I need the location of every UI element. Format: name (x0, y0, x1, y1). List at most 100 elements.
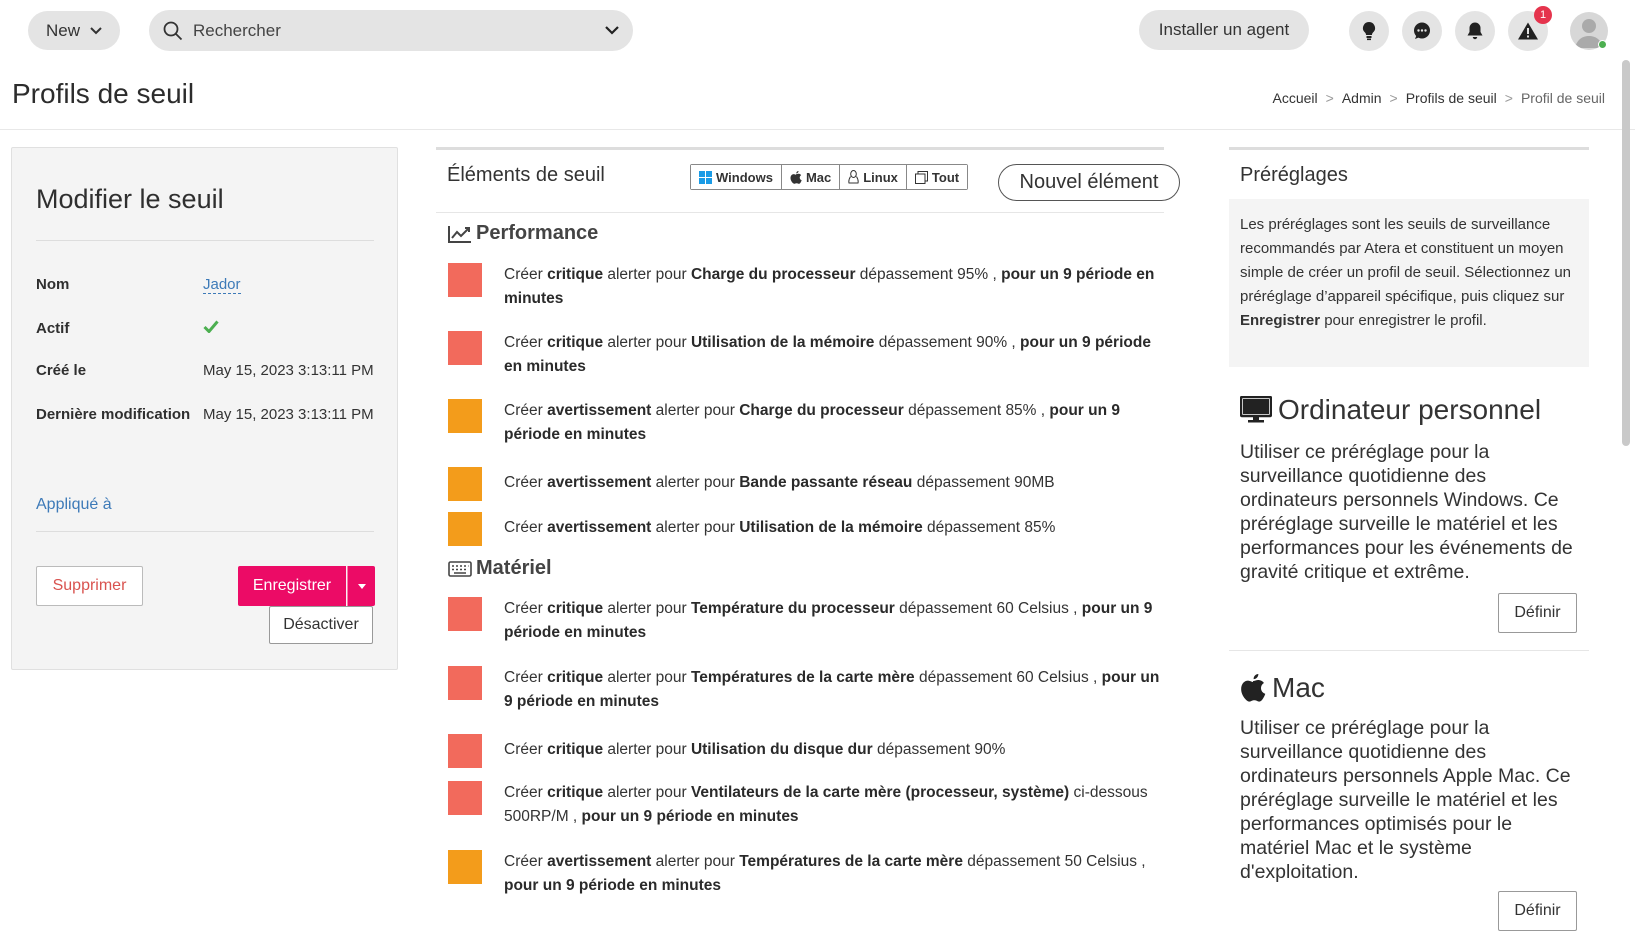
applied-to-link[interactable]: Appliqué à (36, 496, 112, 514)
section-performance: Performance (448, 222, 598, 245)
page-title: Profils de seuil (12, 78, 195, 109)
filter-linux[interactable]: Linux (840, 165, 907, 189)
filter-windows[interactable]: Windows (691, 165, 782, 189)
filter-mac[interactable]: Mac (781, 165, 841, 189)
line-chart-icon (448, 225, 471, 243)
edit-panel-title: Modifier le seuil (36, 184, 224, 214)
new-element-button[interactable]: Nouvel élément (998, 164, 1180, 201)
lightbulb-icon (1362, 21, 1376, 41)
divider (436, 212, 1164, 213)
filter-mac-label: Mac (805, 169, 832, 185)
breadcrumb-profiles[interactable]: Profils de seuil (1406, 90, 1497, 106)
threshold-rule[interactable]: Créer avertissement alerter pour Charge … (448, 399, 1158, 447)
critical-severity-marker (448, 781, 482, 815)
top-bar: New Rechercher Installer un agent 1 (0, 0, 1635, 64)
alerts-button[interactable]: 1 (1508, 6, 1552, 51)
breadcrumb-separator: > (1504, 90, 1513, 106)
threshold-rule[interactable]: Créer critique alerter pour Utilisation … (448, 734, 1158, 768)
presets-panel: Préréglages Les préréglages sont les seu… (1229, 147, 1589, 931)
threshold-rule[interactable]: Créer avertissement alerter pour Tempéra… (448, 850, 1158, 898)
name-link[interactable]: Jador (203, 276, 241, 294)
install-agent-button[interactable]: Installer un agent (1139, 10, 1309, 50)
rule-text: Créer critique alerter pour Température … (504, 600, 1153, 641)
lightbulb-button[interactable] (1349, 11, 1389, 51)
filter-all[interactable]: Tout (906, 165, 968, 189)
threshold-rule[interactable]: Créer critique alerter pour Utilisation … (448, 331, 1158, 379)
breadcrumb-separator: > (1389, 90, 1398, 106)
define-mac-preset-button[interactable]: Définir (1498, 891, 1577, 931)
rule-text: Créer avertissement alerter pour Charge … (504, 402, 1120, 443)
keyboard-icon (448, 560, 472, 577)
threshold-rule[interactable]: Créer avertissement alerter pour Utilisa… (448, 512, 1158, 546)
scrollbar[interactable] (1622, 60, 1630, 446)
preset-mac-label: Mac (1272, 672, 1325, 703)
threshold-rule[interactable]: Créer critique alerter pour Températures… (448, 666, 1159, 714)
check-icon (203, 320, 219, 334)
chat-button[interactable] (1402, 11, 1442, 51)
threshold-rule[interactable]: Créer critique alerter pour Ventilateurs… (448, 781, 1158, 829)
name-value[interactable]: Jador (203, 276, 241, 294)
deactivate-button[interactable]: Désactiver (269, 606, 373, 644)
bell-icon (1467, 22, 1483, 40)
new-button[interactable]: New (28, 11, 120, 50)
presets-title: Préréglages (1240, 164, 1348, 186)
created-value: May 15, 2023 3:13:11 PM (203, 362, 374, 379)
apple-icon (1241, 674, 1266, 702)
elements-panel-title: Éléments de seuil (447, 164, 605, 186)
search-bar[interactable]: Rechercher (149, 10, 633, 51)
warning-severity-marker (448, 512, 482, 546)
header-divider (0, 129, 1635, 130)
presets-info: Les préréglages sont les seuils de surve… (1229, 199, 1589, 367)
active-label: Actif (36, 320, 70, 337)
rule-text: Créer avertissement alerter pour Tempéra… (504, 853, 1146, 894)
critical-severity-marker (448, 597, 482, 631)
created-label: Créé le (36, 362, 87, 379)
save-dropdown-toggle[interactable] (347, 566, 375, 606)
threshold-rule[interactable]: Créer critique alerter pour Charge du pr… (448, 263, 1158, 311)
save-button[interactable]: Enregistrer (238, 566, 346, 606)
critical-severity-marker (448, 734, 482, 768)
search-icon (163, 21, 183, 40)
threshold-rule[interactable]: Créer critique alerter pour Température … (448, 597, 1158, 645)
os-filter: Windows Mac Linux Tout (690, 164, 969, 190)
critical-severity-marker (448, 263, 482, 297)
apple-icon (790, 170, 802, 184)
rule-text: Créer critique alerter pour Charge du pr… (504, 266, 1155, 307)
linux-icon (848, 170, 859, 184)
preset-mac-title: Mac (1240, 672, 1325, 704)
modified-value: May 15, 2023 3:13:11 PM (203, 406, 374, 423)
critical-severity-marker (448, 331, 482, 365)
preset-pc-title: Ordinateur personnel (1240, 394, 1541, 426)
section-hardware-title: Matériel (476, 557, 552, 579)
chevron-down-icon (90, 26, 102, 34)
breadcrumb: Accueil > Admin > Profils de seuil > Pro… (1273, 90, 1605, 106)
online-status-dot (1598, 40, 1607, 49)
rule-text: Créer critique alerter pour Utilisation … (504, 334, 1151, 375)
section-performance-title: Performance (476, 222, 599, 244)
warning-icon (1518, 22, 1538, 40)
chevron-down-icon[interactable] (605, 26, 619, 35)
threshold-rule[interactable]: Créer avertissement alerter pour Bande p… (448, 467, 1158, 501)
warning-severity-marker (448, 467, 482, 501)
breadcrumb-home[interactable]: Accueil (1273, 90, 1318, 106)
alerts-badge: 1 (1534, 6, 1552, 24)
copy-icon (914, 170, 928, 184)
new-button-label: New (45, 20, 80, 40)
windows-icon (699, 170, 712, 184)
define-pc-preset-button[interactable]: Définir (1498, 593, 1577, 633)
search-input[interactable]: Rechercher (193, 21, 605, 41)
chat-icon (1414, 22, 1430, 39)
delete-button[interactable]: Supprimer (36, 566, 143, 606)
preset-pc-label: Ordinateur personnel (1278, 394, 1542, 425)
divider (1229, 650, 1589, 651)
rule-text: Créer critique alerter pour Ventilateurs… (504, 784, 1148, 825)
active-value (203, 320, 219, 337)
warning-severity-marker (448, 399, 482, 433)
caret-down-icon (357, 583, 366, 589)
breadcrumb-admin[interactable]: Admin (1342, 90, 1382, 106)
edit-threshold-panel: Modifier le seuil Nom Jador Actif Créé l… (11, 147, 398, 670)
notifications-button[interactable] (1455, 11, 1495, 51)
rule-text: Créer avertissement alerter pour Bande p… (504, 474, 1055, 491)
divider (36, 531, 374, 532)
preset-pc-description: Utiliser ce préréglage pour la surveilla… (1240, 441, 1573, 583)
